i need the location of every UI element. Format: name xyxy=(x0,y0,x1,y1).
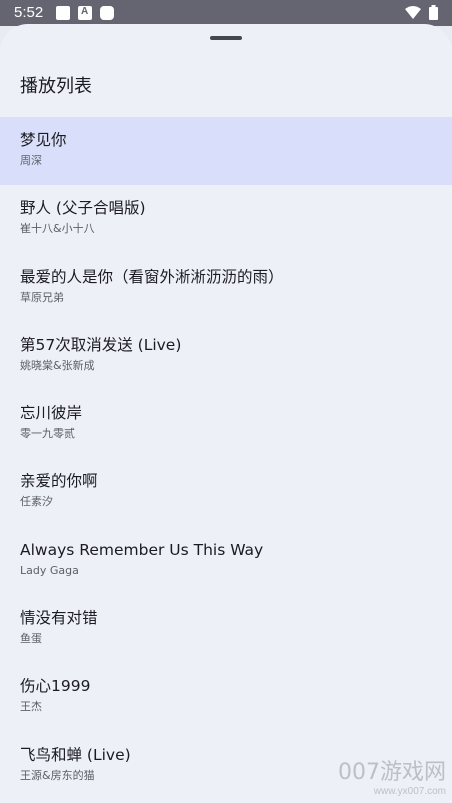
watermark-logo-text: 007游戏网 xyxy=(338,760,446,785)
track-item[interactable]: 最爱的人是你（看窗外淅淅沥沥的雨） 草原兄弟 xyxy=(0,254,452,322)
battery-icon xyxy=(429,5,438,20)
track-artist: 姚晓棠&张新成 xyxy=(20,358,95,372)
track-title: 伤心1999 xyxy=(20,677,91,696)
playlist-bottom-sheet: 播放列表 梦见你 周深 野人 (父子合唱版) 崔十八&小十八 最爱的人是你（看窗… xyxy=(0,24,452,803)
wifi-icon xyxy=(405,6,421,19)
track-artist: 任素汐 xyxy=(20,495,53,509)
track-item[interactable]: 伤心1999 王杰 xyxy=(0,663,452,731)
track-item[interactable]: 野人 (父子合唱版) 崔十八&小十八 xyxy=(0,185,452,253)
track-artist: 零一九零贰 xyxy=(20,427,75,441)
drag-handle[interactable] xyxy=(210,36,242,40)
track-title: 亲爱的你啊 xyxy=(20,472,98,491)
track-title: 忘川彼岸 xyxy=(20,404,83,423)
track-artist: 周深 xyxy=(20,154,42,167)
status-bar: 5:52 xyxy=(0,0,452,26)
track-item[interactable]: 情没有对错 鱼蛋 xyxy=(0,595,452,663)
track-title: 最爱的人是你（看窗外淅淅沥沥的雨） xyxy=(20,267,284,286)
track-list: 梦见你 周深 野人 (父子合唱版) 崔十八&小十八 最爱的人是你（看窗外淅淅沥沥… xyxy=(0,117,452,800)
track-item[interactable]: 梦见你 周深 xyxy=(0,117,452,186)
track-title: 情没有对错 xyxy=(20,609,98,628)
notification-rounded-icon xyxy=(100,6,114,20)
notification-a-icon xyxy=(78,6,92,20)
track-title: Always Remember Us This Way xyxy=(20,540,264,559)
track-item[interactable]: Always Remember Us This Way Lady Gaga xyxy=(0,527,452,595)
status-time: 5:52 xyxy=(14,4,44,21)
track-title: 野人 (父子合唱版) xyxy=(20,199,146,218)
track-artist: 崔十八&小十八 xyxy=(20,222,95,236)
watermark: 007游戏网 www.yx007.com xyxy=(338,754,446,797)
playlist-title: 播放列表 xyxy=(20,76,92,97)
track-item[interactable]: 亲爱的你啊 任素汐 xyxy=(0,458,452,526)
track-artist: 王杰 xyxy=(20,700,42,714)
system-icons xyxy=(405,5,438,20)
track-artist: 草原兄弟 xyxy=(20,290,64,304)
notification-icons xyxy=(56,6,114,20)
track-artist: 鱼蛋 xyxy=(20,632,42,646)
watermark-url: www.yx007.com xyxy=(373,786,446,797)
track-item[interactable]: 忘川彼岸 零一九零贰 xyxy=(0,390,452,458)
track-artist: Lady Gaga xyxy=(20,563,79,577)
track-item[interactable]: 第57次取消发送 (Live) 姚晓棠&张新成 xyxy=(0,322,452,390)
notification-square-icon xyxy=(56,6,70,20)
track-title: 梦见你 xyxy=(20,131,67,149)
track-title: 第57次取消发送 (Live) xyxy=(20,335,182,354)
